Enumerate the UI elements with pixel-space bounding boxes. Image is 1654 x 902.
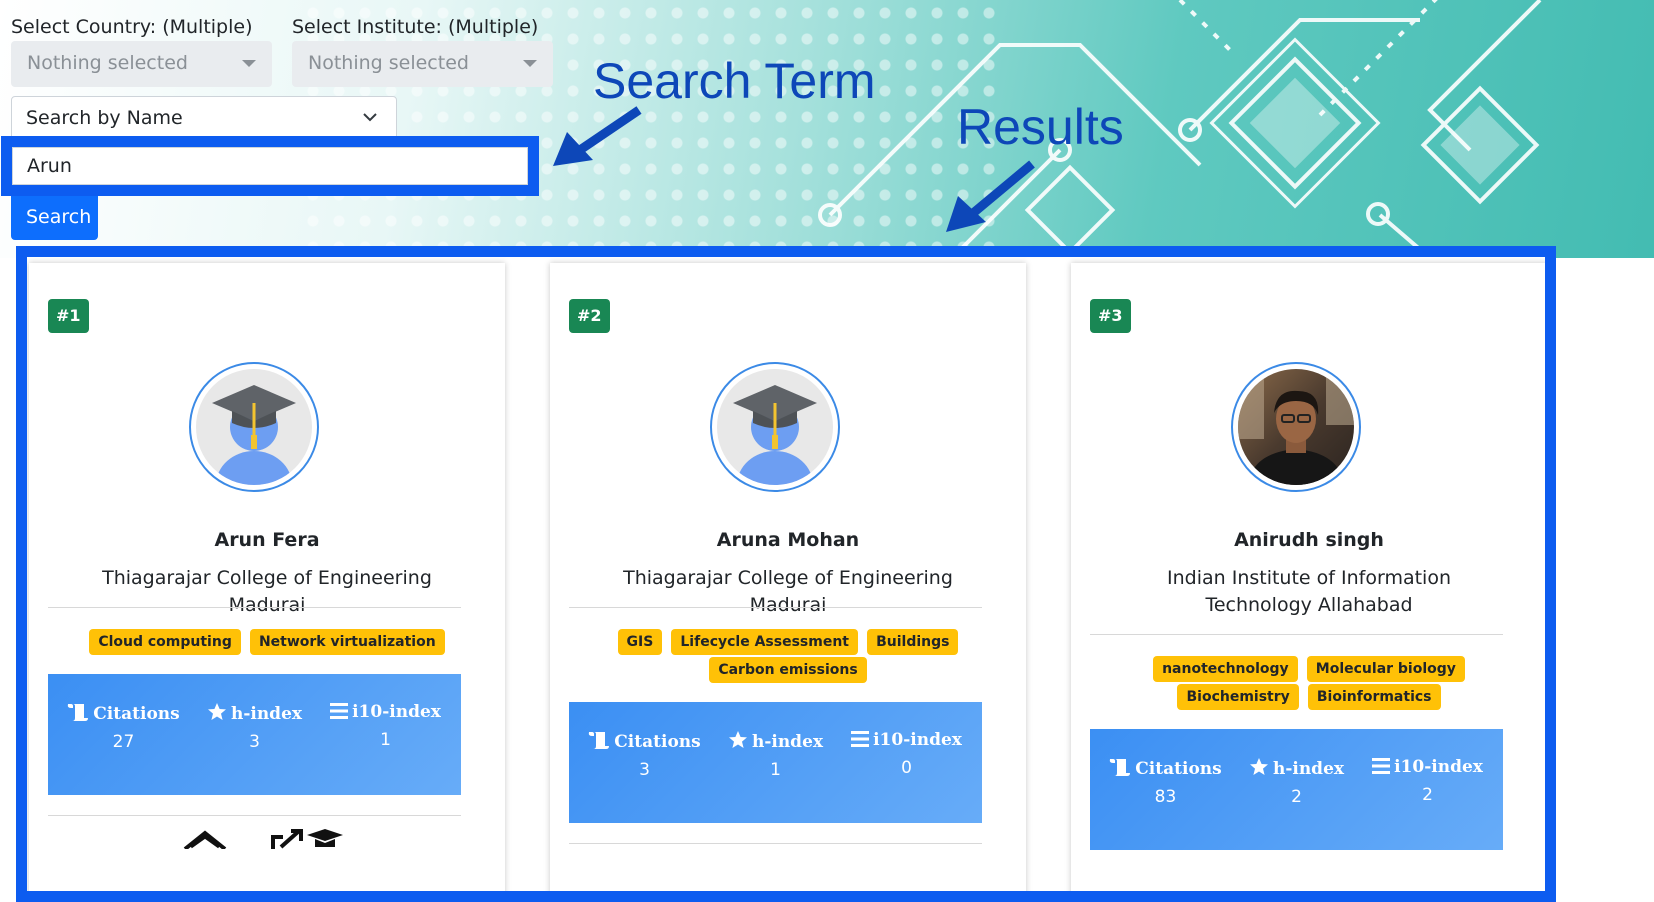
- citations-stat: Citations 27: [55, 702, 192, 752]
- h-index-value: 3: [249, 732, 260, 752]
- scroll-icon: [68, 704, 89, 721]
- citations-stat: Citations 3: [576, 730, 713, 780]
- researcher-name: Arun Fera: [214, 529, 320, 551]
- divider: [48, 815, 461, 816]
- divider: [1090, 634, 1503, 635]
- star-icon: [1249, 758, 1268, 775]
- interest-tag[interactable]: Cloud computing: [89, 629, 241, 655]
- i10-index-value: 1: [380, 730, 391, 750]
- i10-index-label: i10-index: [1394, 757, 1483, 777]
- star-icon: [728, 731, 747, 748]
- stats-panel: Citations 3 h-index 1 i10-index 0: [569, 702, 982, 823]
- chevron-down-icon: [363, 113, 377, 122]
- citations-label: Citations: [1135, 759, 1222, 779]
- avatar: [1231, 362, 1361, 492]
- graduation-cap-avatar-icon: [717, 369, 833, 485]
- i10-index-stat: i10-index 1: [317, 702, 454, 750]
- h-index-stat: h-index 3: [186, 702, 323, 752]
- researcher-name: Anirudh singh: [1234, 529, 1384, 551]
- results-highlight-frame: #1 Arun Fera Thiagarajar College of Engi…: [16, 246, 1556, 902]
- institute-select-value: Nothing selected: [308, 52, 469, 74]
- country-filter-label: Select Country: (Multiple): [11, 16, 253, 38]
- interest-tag[interactable]: Bioinformatics: [1307, 684, 1441, 710]
- results-annotation: Results: [957, 99, 1124, 155]
- interest-tag[interactable]: Lifecycle Assessment: [671, 629, 858, 655]
- i10-index-label: i10-index: [352, 702, 441, 722]
- h-index-label: h-index: [751, 732, 824, 752]
- search-type-select[interactable]: Search by Name: [11, 96, 397, 140]
- interest-tag[interactable]: Buildings: [867, 629, 959, 655]
- tag-list: nanotechnology Molecular biology Biochem…: [1111, 654, 1507, 710]
- i10-index-value: 0: [901, 758, 912, 778]
- search-button[interactable]: Search: [11, 196, 98, 240]
- citations-label: Citations: [93, 704, 180, 724]
- avatar: [189, 362, 319, 492]
- graduation-cap-avatar-icon: [196, 369, 312, 485]
- divider: [48, 607, 461, 608]
- h-index-label: h-index: [230, 704, 303, 724]
- rank-badge: #3: [1090, 299, 1131, 333]
- arrow-icon: [553, 106, 642, 166]
- list-icon: [1372, 758, 1391, 774]
- i10-index-label: i10-index: [873, 730, 962, 750]
- scroll-icon: [1110, 759, 1131, 776]
- citations-label: Citations: [614, 732, 701, 752]
- scroll-icon: [589, 732, 610, 749]
- star-icon: [207, 703, 226, 720]
- interest-tag[interactable]: GIS: [617, 629, 663, 655]
- citations-stat: Citations 83: [1097, 757, 1234, 807]
- h-index-stat: h-index 2: [1228, 757, 1365, 807]
- interest-tag[interactable]: Network virtualization: [249, 629, 445, 655]
- citations-value: 3: [639, 760, 650, 780]
- citations-value: 27: [112, 732, 135, 752]
- h-index-value: 2: [1291, 787, 1302, 807]
- h-index-value: 1: [770, 760, 781, 780]
- list-icon: [851, 731, 870, 747]
- institute-filter-label: Select Institute: (Multiple): [292, 16, 539, 38]
- list-icon: [330, 703, 349, 719]
- researcher-name: Aruna Mohan: [716, 529, 860, 551]
- interest-tag[interactable]: Carbon emissions: [709, 657, 867, 683]
- i10-index-value: 2: [1422, 785, 1433, 805]
- i10-index-stat: i10-index 0: [838, 730, 975, 778]
- profile-photo-icon: [1238, 369, 1354, 485]
- interest-tag[interactable]: Biochemistry: [1177, 684, 1299, 710]
- rank-badge: #1: [48, 299, 89, 333]
- avatar: [710, 362, 840, 492]
- divider: [569, 607, 982, 608]
- institute-name: Indian Institute of Information Technolo…: [1167, 567, 1451, 616]
- search-type-value: Search by Name: [26, 107, 183, 129]
- result-card[interactable]: #2 Aruna Mohan Thiagarajar College of En…: [550, 263, 1026, 891]
- caret-down-icon: [523, 60, 537, 67]
- citations-value: 83: [1154, 787, 1177, 807]
- result-card[interactable]: #3 Anirudh singh Indian Institute of Inf…: [1071, 263, 1545, 891]
- home-icon[interactable]: [183, 829, 227, 849]
- institute-name: Thiagarajar College of Engineering Madur…: [102, 567, 432, 616]
- google-scholar-link-icon[interactable]: [271, 829, 347, 849]
- stats-panel: Citations 27 h-index 3 i10-index 1: [48, 674, 461, 795]
- result-card[interactable]: #1 Arun Fera Thiagarajar College of Engi…: [29, 263, 505, 891]
- i10-index-stat: i10-index 2: [1359, 757, 1496, 805]
- rank-badge: #2: [569, 299, 610, 333]
- institute-name: Thiagarajar College of Engineering Madur…: [623, 567, 953, 616]
- h-index-label: h-index: [1272, 759, 1345, 779]
- tag-list: Cloud computing Network virtualization: [69, 627, 465, 655]
- search-input[interactable]: [12, 147, 528, 185]
- h-index-stat: h-index 1: [707, 730, 844, 780]
- country-select-value: Nothing selected: [27, 52, 188, 74]
- interest-tag[interactable]: Molecular biology: [1306, 656, 1465, 682]
- search-term-annotation: Search Term: [593, 53, 876, 109]
- divider: [569, 843, 982, 844]
- country-select[interactable]: Nothing selected: [11, 41, 272, 87]
- tag-list: GIS Lifecycle Assessment Buildings Carbo…: [590, 627, 986, 683]
- institute-select[interactable]: Nothing selected: [292, 41, 553, 87]
- interest-tag[interactable]: nanotechnology: [1153, 656, 1298, 682]
- stats-panel: Citations 83 h-index 2 i10-index 2: [1090, 729, 1503, 850]
- arrow-icon: [946, 160, 1035, 232]
- caret-down-icon: [242, 60, 256, 67]
